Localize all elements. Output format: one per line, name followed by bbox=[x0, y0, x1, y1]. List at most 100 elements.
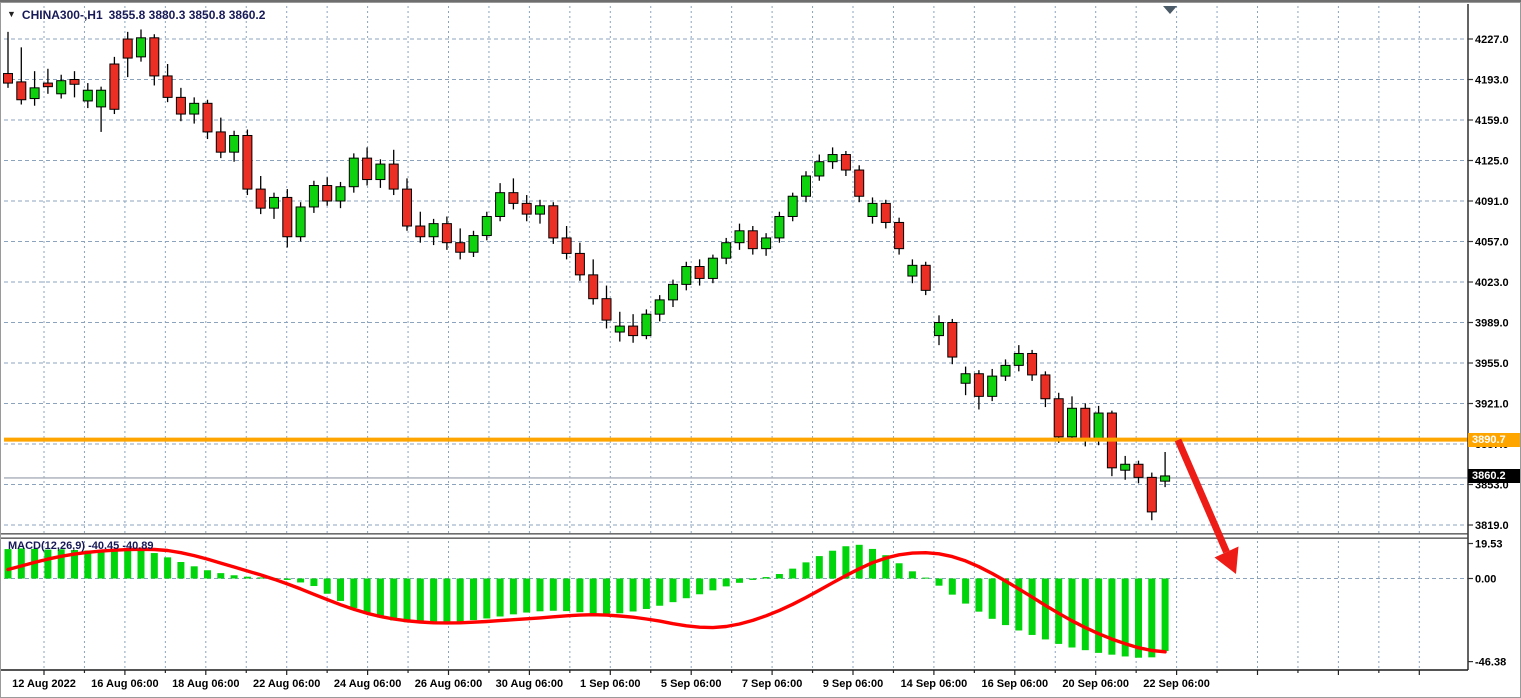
candle-body bbox=[137, 38, 146, 57]
candle-body bbox=[708, 258, 717, 278]
resistance-price-tag: 3890.7 bbox=[1468, 433, 1520, 447]
macd-histogram-bar bbox=[922, 578, 929, 579]
axes-layer[interactable]: 4227.04193.04159.04125.04091.04057.04023… bbox=[0, 4, 1509, 690]
macd-histogram-bar bbox=[576, 579, 583, 613]
symbol-title: ▼ CHINA300-,H1 3855.8 3880.3 3850.8 3860… bbox=[7, 8, 265, 22]
macd-axis-label: -46.38 bbox=[1475, 657, 1506, 669]
macd-histogram-bar bbox=[231, 575, 238, 578]
candle-body bbox=[655, 300, 664, 314]
candle-body bbox=[735, 231, 744, 243]
macd-histogram-bar bbox=[989, 579, 996, 619]
candle-body bbox=[336, 187, 345, 201]
macd-histogram-bar bbox=[829, 551, 836, 579]
candle-body bbox=[176, 97, 185, 114]
candle-body bbox=[575, 253, 584, 274]
candle-body bbox=[456, 243, 465, 253]
candle-body bbox=[1094, 413, 1103, 440]
candle-body bbox=[961, 374, 970, 384]
candle-body bbox=[323, 186, 332, 201]
time-axis-label: 18 Aug 06:00 bbox=[172, 678, 239, 690]
macd-histogram-bar bbox=[5, 549, 12, 578]
candle-body bbox=[43, 83, 52, 87]
candle-body bbox=[775, 216, 784, 237]
candle-body bbox=[283, 197, 292, 236]
macd-histogram-bar bbox=[310, 579, 317, 587]
candle-body bbox=[83, 90, 92, 101]
macd-histogram-bar bbox=[789, 569, 796, 579]
candle-body bbox=[549, 206, 558, 238]
mt4-chart-window: 4227.04193.04159.04125.04091.04057.04023… bbox=[0, 0, 1521, 698]
macd-histogram-bar bbox=[1095, 579, 1102, 653]
macd-histogram-bar bbox=[324, 579, 331, 594]
macd-histogram-bar bbox=[563, 579, 570, 612]
time-axis-label: 24 Aug 06:00 bbox=[334, 678, 401, 690]
macd-histogram-bar bbox=[936, 579, 943, 586]
macd-histogram-bar bbox=[696, 579, 703, 595]
macd-histogram-bar bbox=[404, 579, 411, 623]
candle-body bbox=[1134, 464, 1143, 477]
candle-body bbox=[363, 158, 372, 179]
chart-canvas[interactable]: 4227.04193.04159.04125.04091.04057.04023… bbox=[0, 2, 1521, 698]
macd-histogram-bar bbox=[510, 579, 517, 615]
candle-body bbox=[110, 64, 119, 109]
candles-layer bbox=[4, 6, 1469, 520]
candle-body bbox=[163, 76, 172, 97]
candle-body bbox=[815, 162, 824, 176]
candle-body bbox=[948, 323, 957, 358]
macd-histogram-bar bbox=[949, 579, 956, 595]
candle-body bbox=[509, 193, 518, 204]
macd-histogram-bar bbox=[1042, 579, 1049, 640]
candle-body bbox=[1121, 464, 1130, 470]
macd-histogram-bar bbox=[350, 579, 357, 609]
grid-layer bbox=[4, 6, 1468, 669]
time-axis-label: 14 Sep 06:00 bbox=[901, 678, 968, 690]
candle-body bbox=[482, 216, 491, 235]
macd-histogram-bar bbox=[364, 579, 371, 614]
macd-histogram-bar bbox=[670, 579, 677, 603]
macd-histogram-bar bbox=[84, 551, 91, 579]
macd-histogram-bar bbox=[709, 579, 716, 591]
candle-body bbox=[1041, 375, 1050, 399]
candle-body bbox=[389, 164, 398, 189]
candle-body bbox=[150, 38, 159, 76]
candle-body bbox=[1028, 353, 1037, 374]
candle-body bbox=[309, 186, 318, 207]
candle-body bbox=[1054, 399, 1063, 437]
candle-body bbox=[1001, 365, 1010, 376]
macd-histogram-bar bbox=[58, 549, 65, 578]
macd-histogram-bar bbox=[337, 579, 344, 601]
macd-histogram-bar bbox=[803, 562, 810, 578]
macd-histogram-bar bbox=[1108, 579, 1115, 655]
macd-histogram-bar bbox=[430, 579, 437, 624]
macd-indicator-label: MACD(12,26,9) -40.45 -40.89 bbox=[8, 540, 154, 552]
candle-body bbox=[682, 267, 691, 285]
candle-body bbox=[536, 206, 545, 214]
macd-histogram-bar bbox=[643, 579, 650, 609]
macd-histogram-bar bbox=[284, 579, 291, 580]
macd-histogram-bar bbox=[443, 579, 450, 623]
time-axis-label: 1 Sep 06:00 bbox=[580, 678, 641, 690]
macd-axis-label: 0.00 bbox=[1475, 574, 1496, 586]
macd-histogram-bar bbox=[457, 579, 464, 622]
time-axis-label: 22 Sep 06:00 bbox=[1143, 678, 1210, 690]
candle-body bbox=[642, 314, 651, 335]
macd-histogram-bar bbox=[1069, 579, 1076, 648]
price-axis-label: 3921.0 bbox=[1475, 399, 1509, 411]
candle-body bbox=[868, 203, 877, 216]
time-axis-label: 16 Aug 06:00 bbox=[91, 678, 158, 690]
candle-body bbox=[256, 189, 265, 208]
candle-body bbox=[935, 323, 944, 336]
macd-histogram-bar bbox=[297, 579, 304, 583]
candle-body bbox=[908, 265, 917, 276]
candle-body bbox=[216, 132, 225, 152]
chevron-down-icon[interactable]: ▼ bbox=[7, 9, 16, 19]
price-axis-label: 4091.0 bbox=[1475, 196, 1509, 208]
macd-histogram-bar bbox=[656, 579, 663, 606]
candle-body bbox=[988, 376, 997, 396]
candle-body bbox=[695, 267, 704, 279]
candle-body bbox=[349, 158, 358, 187]
candle-body bbox=[203, 103, 212, 132]
macd-histogram-bar bbox=[896, 563, 903, 578]
macd-histogram-bar bbox=[44, 550, 51, 579]
candle-body bbox=[855, 170, 864, 196]
